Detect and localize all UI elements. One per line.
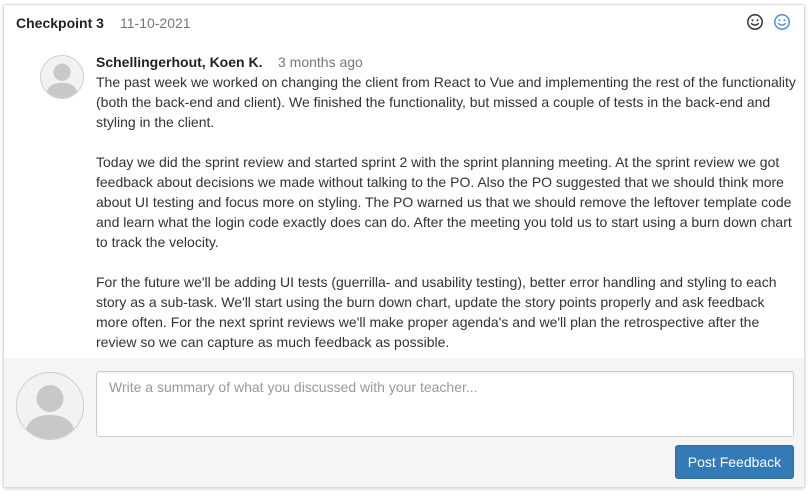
comment-timestamp: 3 months ago <box>278 54 363 70</box>
comment-body: The past week we worked on changing the … <box>96 72 796 352</box>
checkpoint-panel: Checkpoint 3 11-10-2021 Schellingerhout,… <box>3 4 805 488</box>
smiley-active-icon[interactable] <box>773 13 791 31</box>
panel-header: Checkpoint 3 11-10-2021 <box>4 5 804 41</box>
reply-form: Post Feedback <box>4 358 804 487</box>
summary-textarea[interactable] <box>96 371 794 437</box>
comment-paragraph: The past week we worked on changing the … <box>96 74 796 130</box>
checkpoint-title: Checkpoint 3 <box>16 15 104 31</box>
smiley-icon[interactable] <box>746 13 764 31</box>
checkpoint-date: 11-10-2021 <box>120 15 191 31</box>
comment-paragraph: Today we did the sprint review and start… <box>96 154 792 250</box>
post-feedback-button[interactable]: Post Feedback <box>675 445 794 479</box>
comment-author: Schellingerhout, Koen K. <box>96 54 263 70</box>
comment-paragraph: For the future we'll be adding UI tests … <box>96 274 777 350</box>
user-avatar-icon <box>16 372 84 440</box>
feedback-comment: Schellingerhout, Koen K. 3 months ago Th… <box>4 40 804 358</box>
author-avatar-icon <box>40 55 84 99</box>
